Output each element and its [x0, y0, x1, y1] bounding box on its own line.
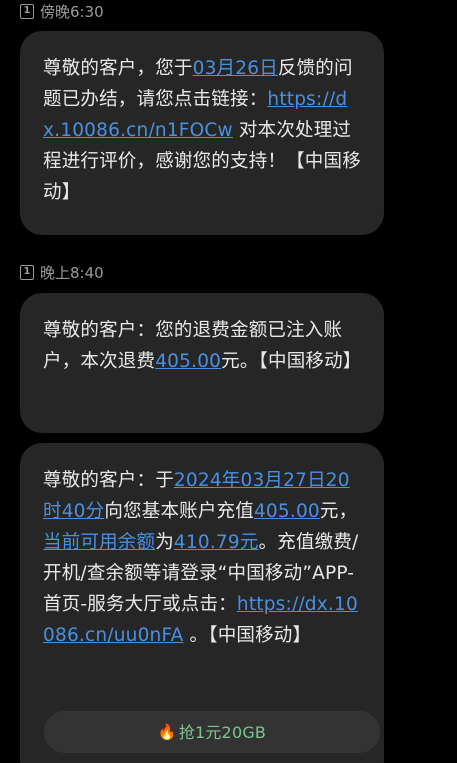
message-text-segment: 。【中国移动】	[183, 625, 312, 646]
message-timestamp-2: 1 晚上8:40	[20, 261, 104, 283]
message-text-segment: 向您基本账户充值	[104, 501, 254, 522]
message-bubble-1[interactable]: 尊敬的客户，您于03月26日反馈的问题已办结，请您点击链接：https://dx…	[20, 31, 384, 235]
message-text: 尊敬的客户，您于03月26日反馈的问题已办结，请您点击链接：https://dx…	[43, 53, 364, 208]
message-link[interactable]: 03月26日	[193, 58, 278, 79]
sms-thread: 1 傍晚6:30 尊敬的客户，您于03月26日反馈的问题已办结，请您点击链接：h…	[0, 0, 457, 763]
message-link[interactable]: 405.00	[254, 501, 320, 522]
message-bubble-3[interactable]: 尊敬的客户：于2024年03月27日20时40分向您基本账户充值405.00元，…	[20, 443, 384, 763]
message-bubble-2[interactable]: 尊敬的客户：您的退费金额已注入账户，本次退费405.00元。【中国移动】	[20, 293, 384, 433]
message-text-segment: 元。【中国移动】	[221, 351, 362, 372]
sim-card-icon: 1	[20, 3, 34, 19]
message-text: 尊敬的客户：您的退费金额已注入账户，本次退费405.00元。【中国移动】	[43, 315, 364, 377]
message-text: 尊敬的客户：于2024年03月27日20时40分向您基本账户充值405.00元，…	[43, 465, 364, 651]
message-text-segment: 尊敬的客户，您于	[43, 58, 193, 79]
message-text-segment: 尊敬的客户：于	[43, 470, 174, 491]
promo-label: 抢1元20GB	[178, 722, 267, 742]
timestamp-label: 傍晚6:30	[40, 2, 104, 21]
message-text-segment: 为	[155, 532, 174, 553]
promo-button[interactable]: 🔥 抢1元20GB	[44, 711, 380, 753]
message-link[interactable]: 405.00	[155, 351, 221, 372]
message-link[interactable]: 当前可用余额	[43, 532, 155, 553]
message-link[interactable]: 410.79元	[174, 532, 259, 553]
message-text-segment: 元，	[319, 501, 358, 522]
message-timestamp-1: 1 傍晚6:30	[20, 0, 104, 22]
sim-card-icon: 1	[20, 264, 34, 280]
timestamp-label: 晚上8:40	[40, 263, 104, 282]
fire-icon: 🔥	[157, 722, 177, 741]
